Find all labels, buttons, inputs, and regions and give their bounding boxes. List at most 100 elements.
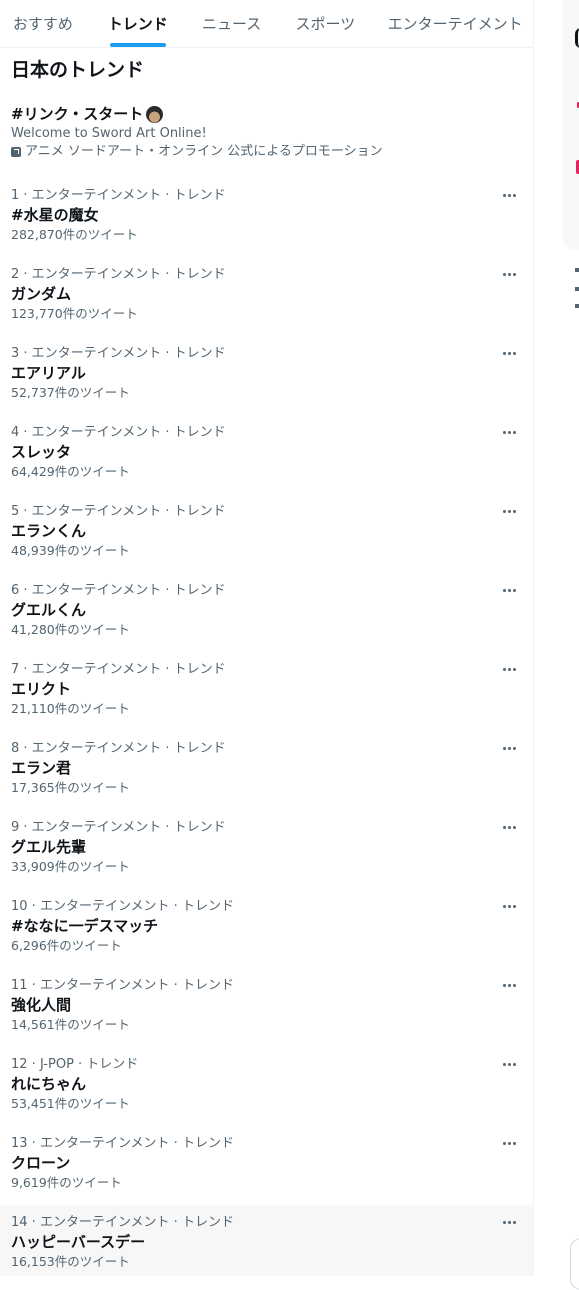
more-dot [512,1141,516,1145]
tab-label: おすすめ [12,15,73,33]
more-dot [512,983,516,987]
trend-context: 7 · エンターテインメント · トレンド [11,662,226,677]
tab-trending[interactable]: トレンド [86,0,190,47]
more-options-icon[interactable] [499,975,519,995]
trend-context: 13 · エンターテインメント · トレンド [11,1136,234,1151]
more-dot [502,1062,506,1066]
more-options-icon[interactable] [499,896,519,916]
trend-name: エアリアル [11,364,86,382]
more-options-icon[interactable] [499,580,519,600]
trend-item[interactable]: 7 · エンターテインメント · トレンド エリクト 21,110件のツイート [0,652,533,731]
trend-name: グエル先輩 [11,838,87,856]
tab-news[interactable]: ニュース [190,0,274,47]
trend-context: 12 · J-POP · トレンド [11,1057,139,1072]
trend-item[interactable]: 10 · エンターテインメント · トレンド #ななに一デスマッチ 6,296件のツ… [0,889,533,968]
promoted-trend[interactable]: #リンク・スタート Welcome to Sword Art Online! ア… [0,90,533,178]
trend-context: 9 · エンターテインメント · トレンド [11,820,226,835]
more-dot [502,430,506,434]
more-dot [507,1220,511,1224]
trend-context: 11 · エンターテインメント · トレンド [11,978,234,993]
more-dot [502,509,506,513]
trend-tweet-count: 33,909件のツイート [11,859,130,874]
more-dot [512,904,516,908]
trend-item[interactable]: 3 · エンターテインメント · トレンド エアリアル 52,737件のツイート [0,336,533,415]
person-emoji-icon [146,105,164,123]
more-dot [502,588,506,592]
explore-tabs: おすすめ トレンド ニュース スポーツ エンターテイメント [0,0,533,48]
more-options-icon[interactable] [499,1133,519,1153]
more-dot [502,1220,506,1224]
more-dot [507,825,511,829]
more-options-icon[interactable] [499,264,519,284]
more-dot [512,193,516,197]
active-tab-indicator [109,43,166,47]
more-dot [502,904,506,908]
promoted-description: Welcome to Sword Art Online! [11,126,207,141]
trend-item[interactable]: 12 · J-POP · トレンド れにちゃん 53,451件のツイート [0,1047,533,1126]
trend-context: 14 · エンターテインメント · トレンド [11,1215,234,1230]
more-options-icon[interactable] [499,817,519,837]
more-dot [507,588,511,592]
trend-item[interactable]: 6 · エンターテインメント · トレンド グエルくん 41,280件のツイート [0,573,533,652]
more-dot [507,1062,511,1066]
more-dot [512,430,516,434]
more-dot [507,904,511,908]
more-dot [507,272,511,276]
more-dot [502,351,506,355]
trend-tweet-count: 52,737件のツイート [11,385,130,400]
trend-tweet-count: 64,429件のツイート [11,464,130,479]
more-dot [512,1220,516,1224]
trend-name: グエルくん [11,601,87,619]
more-options-icon[interactable] [499,343,519,363]
trend-item[interactable]: 8 · エンターテインメント · トレンド エラン君 17,365件のツイート [0,731,533,810]
trend-tweet-count: 123,770件のツイート [11,306,138,321]
trend-tweet-count: 6,296件のツイート [11,938,122,953]
more-dot [507,509,511,513]
trends-column: おすすめ トレンド ニュース スポーツ エンターテイメント 日本のトレンド #リ… [0,0,534,1276]
trend-context: 1 · エンターテインメント · トレンド [11,188,226,203]
more-dot [507,983,511,987]
trend-name: れにちゃん [11,1075,87,1093]
trend-item[interactable]: 4 · エンターテインメント · トレンド スレッタ 64,429件のツイート [0,415,533,494]
trend-context: 6 · エンターテインメント · トレンド [11,583,226,598]
trend-context: 3 · エンターテインメント · トレンド [11,346,226,361]
trend-item[interactable]: 11 · エンターテインメント · トレンド 強化人間 14,561件のツイート [0,968,533,1047]
tab-sports[interactable]: スポーツ [274,0,378,47]
trend-tweet-count: 53,451件のツイート [11,1096,130,1111]
trend-item[interactable]: 14 · エンターテインメント · トレンド ハッピーバースデー 16,153件のツ… [0,1205,533,1276]
more-dot [507,667,511,671]
trend-context: 10 · エンターテインメント · トレンド [11,899,234,914]
trend-list: 1 · エンターテインメント · トレンド #水星の魔女 282,870件のツイート… [0,178,533,1276]
trend-tweet-count: 48,939件のツイート [11,543,130,558]
promoted-hashtag-row: #リンク・スタート [11,104,522,124]
trend-item[interactable]: 5 · エンターテインメント · トレンド エランくん 48,939件のツイート [0,494,533,573]
more-dot [512,509,516,513]
more-dot [507,430,511,434]
trend-item[interactable]: 2 · エンターテインメント · トレンド ガンダム 123,770件のツイート [0,257,533,336]
page-title: 日本のトレンド [11,59,145,81]
trend-name: ハッピーバースデー [11,1233,146,1251]
more-dot [502,193,506,197]
more-options-icon[interactable] [499,422,519,442]
more-dot [502,667,506,671]
trend-name: ガンダム [11,285,72,303]
trend-name: エランくん [11,522,87,540]
more-options-icon[interactable] [499,738,519,758]
trend-tweet-count: 17,365件のツイート [11,780,130,795]
tab-for-you[interactable]: おすすめ [0,0,86,47]
more-options-icon[interactable] [499,659,519,679]
tab-entertainment[interactable]: エンターテイメント [377,0,533,47]
more-dot [507,351,511,355]
more-options-icon[interactable] [499,1212,519,1232]
more-dot [512,825,516,829]
trend-item[interactable]: 1 · エンターテインメント · トレンド #水星の魔女 282,870件のツイート [0,178,533,257]
more-options-icon[interactable] [499,501,519,521]
trend-tweet-count: 16,153件のツイート [11,1254,130,1269]
more-options-icon[interactable] [499,1054,519,1074]
more-dot [512,746,516,750]
trend-item[interactable]: 13 · エンターテインメント · トレンド クローン 9,619件のツイート [0,1126,533,1205]
sidebar-edge-mark [575,28,579,48]
more-options-icon[interactable] [499,185,519,205]
sidebar-edge-text [575,304,579,308]
trend-item[interactable]: 9 · エンターテインメント · トレンド グエル先輩 33,909件のツイート [0,810,533,889]
